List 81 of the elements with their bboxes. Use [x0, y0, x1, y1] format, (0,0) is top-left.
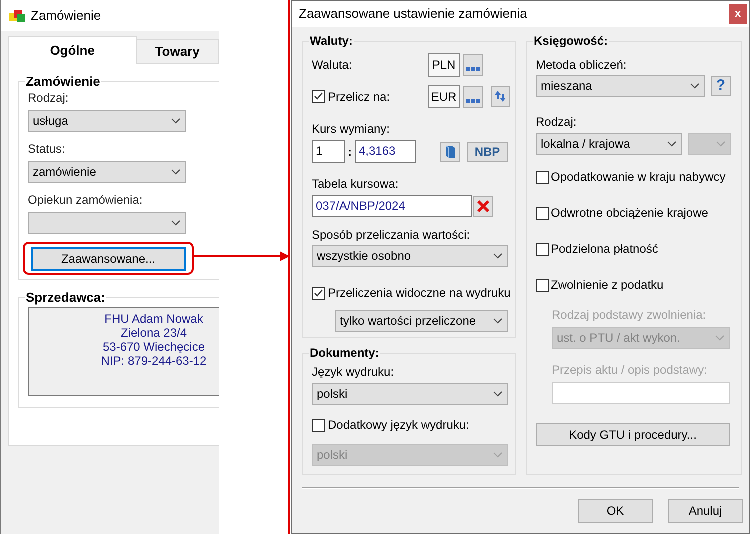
dots-icon: [466, 67, 480, 71]
seller-info: Zielona 23/4: [120, 326, 188, 340]
dropdown[interactable]: tylko wartości przeliczone: [335, 310, 508, 332]
help-button[interactable]: ?: [711, 76, 731, 96]
checkbox[interactable]: [536, 170, 549, 184]
dialog-button[interactable]: OK: [578, 499, 653, 523]
dropdown[interactable]: mieszana: [536, 75, 705, 97]
chevron-down-icon: [493, 391, 503, 397]
seller-info: NIP: 879-244-63-12: [101, 354, 207, 368]
group-title: Waluty:: [309, 34, 354, 48]
window-title: Zaawansowane ustawienie zamówienia: [299, 5, 528, 24]
rate-field[interactable]: 4,3163: [355, 140, 416, 163]
field-label: Waluta:: [312, 58, 354, 72]
field-label: Podzielona płatność: [551, 242, 658, 256]
dropdown[interactable]: lokalna / krajowa: [536, 133, 682, 155]
book-icon: [444, 144, 456, 158]
field-label: Tabela kursowa:: [312, 177, 400, 191]
field-label: Rodzaj:: [28, 91, 70, 105]
chevron-down-icon: [690, 83, 700, 89]
checkbox[interactable]: [312, 90, 325, 103]
chevron-down-icon: [715, 335, 725, 341]
field-label: Sposób przeliczania wartości:: [312, 228, 472, 242]
browse-button[interactable]: [463, 54, 483, 76]
close-button[interactable]: x: [729, 4, 747, 24]
field-label: Przeliczenia widoczne na wydruku: [328, 286, 511, 300]
field-label: Rodzaj:: [536, 115, 578, 129]
cubes-icon: [9, 10, 26, 22]
nbp-button[interactable]: NBP: [467, 142, 508, 162]
group-title: Sprzedawca:: [25, 290, 106, 305]
dropdown[interactable]: zamówienie: [28, 161, 186, 183]
field-label: Metoda obliczeń:: [536, 58, 628, 72]
chevron-down-icon: [716, 141, 726, 147]
field-label: Rodzaj podstawy zwolnienia:: [552, 308, 708, 322]
tab[interactable]: Towary: [137, 39, 219, 64]
chevron-down-icon: [493, 452, 503, 458]
group-title: Księgowość:: [533, 34, 610, 48]
group-title: Zamówienie: [25, 74, 102, 89]
dots-icon: [466, 98, 480, 102]
rate-separator: :: [347, 144, 353, 160]
dropdown[interactable]: wszystkie osobno: [312, 245, 508, 267]
swap-arrows-icon: [494, 90, 507, 103]
dropdown[interactable]: polski: [312, 383, 508, 405]
chevron-down-icon: [667, 141, 677, 147]
window-title: Zamówienie: [31, 6, 102, 25]
checkbox[interactable]: [536, 242, 549, 256]
field-label: Kurs wymiany:: [312, 122, 392, 136]
currency-field[interactable]: EUR: [428, 85, 460, 108]
swap-button[interactable]: [491, 86, 510, 107]
field-label: Język wydruku:: [312, 365, 396, 379]
currency-field[interactable]: PLN: [428, 53, 460, 77]
chevron-down-icon: [493, 318, 503, 324]
tab[interactable]: Ogólne: [8, 36, 138, 64]
browse-button[interactable]: [463, 86, 483, 108]
checkbox[interactable]: [312, 286, 325, 300]
field-label: Status:: [28, 142, 66, 156]
dropdown[interactable]: usługa: [28, 110, 186, 132]
advanced-button[interactable]: Zaawansowane...: [31, 246, 186, 270]
chevron-down-icon: [493, 253, 503, 259]
input-field[interactable]: [552, 382, 730, 404]
dialog-button[interactable]: Anuluj: [668, 499, 743, 523]
chevron-down-icon: [171, 220, 181, 226]
seller-info: 53-670 Wiechęcice: [102, 340, 206, 354]
checkbox[interactable]: [536, 206, 549, 220]
table-button[interactable]: [440, 142, 460, 162]
gtu-button[interactable]: Kody GTU i procedury...: [536, 423, 730, 446]
chevron-down-icon: [171, 118, 181, 124]
checkbox[interactable]: [536, 278, 549, 292]
seller-info: FHU Adam Nowak: [104, 312, 204, 326]
field-label: Zwolnienie z podatku: [551, 278, 664, 292]
field-label: Dodatkowy język wydruku:: [328, 418, 470, 432]
close-icon: [476, 200, 490, 212]
field-label: Opiekun zamówienia:: [28, 193, 144, 207]
field-label: Odwrotne obciążenie krajowe: [551, 206, 708, 220]
field-label: Przepis aktu / opis podstawy:: [552, 363, 708, 377]
rate-table-field[interactable]: 037/A/NBP/2024: [312, 195, 472, 217]
group-title: Dokumenty:: [309, 346, 380, 360]
field-label: Przelicz na:: [328, 90, 390, 104]
rate-field[interactable]: 1: [312, 140, 345, 163]
field-label: Opodatkowanie w kraju nabywcy: [551, 170, 726, 184]
clear-button[interactable]: [473, 196, 493, 216]
chevron-down-icon: [171, 169, 181, 175]
